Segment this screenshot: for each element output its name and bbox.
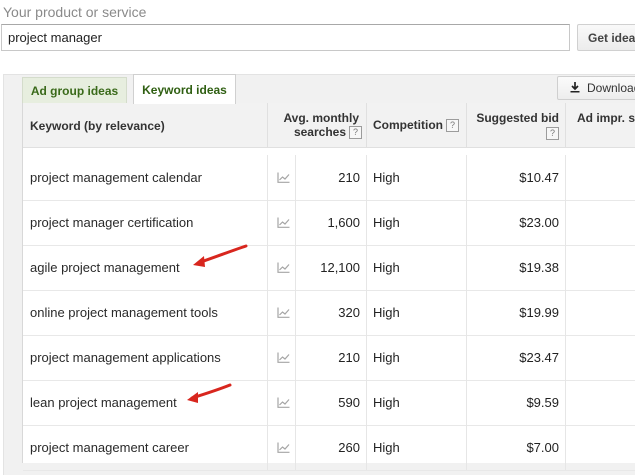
- help-icon[interactable]: ?: [349, 126, 362, 140]
- impr-share-cell: [566, 155, 635, 200]
- trend-chart-icon[interactable]: [277, 442, 290, 453]
- header-ad-impr-share[interactable]: Ad impr. sh: [566, 103, 635, 147]
- searches-cell: 590: [296, 380, 367, 425]
- header-suggested-bid[interactable]: Suggested bid ?: [467, 103, 566, 147]
- bid-cell: $7.00: [467, 425, 566, 470]
- table-row[interactable]: project management applications 210 High $2…: [23, 335, 635, 381]
- impr-share-cell: [566, 200, 635, 245]
- help-icon[interactable]: ?: [446, 119, 459, 133]
- searches-cell: 260: [296, 425, 367, 470]
- bid-cell: $19.38: [467, 245, 566, 290]
- trend-chart-icon[interactable]: [277, 172, 290, 183]
- trend-cell: [268, 380, 296, 425]
- trend-cell: [268, 425, 296, 470]
- searches-cell: 210: [296, 335, 367, 380]
- header-keyword[interactable]: Keyword (by relevance): [23, 103, 268, 147]
- tab-ad-group-ideas[interactable]: Ad group ideas: [22, 77, 127, 104]
- keyword-cell[interactable]: project management applications: [23, 335, 268, 380]
- get-ideas-button[interactable]: Get ideas: [577, 24, 635, 51]
- bid-cell: $10.47: [467, 155, 566, 200]
- searches-cell: 320: [296, 290, 367, 335]
- header-searches-line2: searches: [293, 125, 346, 139]
- bid-cell: $23.47: [467, 335, 566, 380]
- bid-cell: $23.00: [467, 200, 566, 245]
- bid-cell: $19.99: [467, 290, 566, 335]
- competition-cell: High: [367, 200, 467, 245]
- trend-chart-icon[interactable]: [277, 352, 290, 363]
- keyword-cell[interactable]: project manager certification: [23, 200, 268, 245]
- impr-share-cell: [566, 425, 635, 470]
- competition-cell: High: [367, 380, 467, 425]
- keyword-cell[interactable]: project management calendar: [23, 155, 268, 200]
- trend-chart-icon[interactable]: [277, 262, 290, 273]
- bid-cell: $9.59: [467, 380, 566, 425]
- table-row[interactable]: agile project management 12,100 High $19.38: [23, 245, 635, 291]
- searches-cell: 210: [296, 155, 367, 200]
- table-row[interactable]: online project management tools 320 High $1…: [23, 290, 635, 336]
- keyword-cell[interactable]: online project management tools: [23, 290, 268, 335]
- header-avg-searches[interactable]: Avg. monthly searches?: [268, 103, 367, 147]
- competition-cell: High: [367, 245, 467, 290]
- red-arrow-annotation: [193, 244, 248, 267]
- header-bid-label: Suggested bid: [476, 111, 559, 125]
- impr-share-cell: [566, 290, 635, 335]
- download-label: Download: [587, 81, 635, 95]
- table-header: Keyword (by relevance) Avg. monthly sear…: [23, 103, 635, 148]
- trend-cell: [268, 200, 296, 245]
- keyword-cell[interactable]: project management career: [23, 425, 268, 470]
- trend-chart-icon[interactable]: [277, 307, 290, 318]
- product-search-input[interactable]: [1, 24, 570, 51]
- table-row[interactable]: lean project management 590 High $9.59: [23, 380, 635, 426]
- header-keyword-label: Keyword (by relevance): [30, 119, 165, 133]
- table-row[interactable]: project manager certification 1,600 High $2…: [23, 200, 635, 246]
- trend-cell: [268, 155, 296, 200]
- download-button[interactable]: Download: [557, 76, 635, 100]
- competition-cell: High: [367, 290, 467, 335]
- impr-share-cell: [566, 380, 635, 425]
- searches-cell: 12,100: [296, 245, 367, 290]
- download-icon: [570, 82, 580, 93]
- impr-share-cell: [566, 245, 635, 290]
- header-searches-line1: Avg. monthly: [283, 111, 359, 125]
- trend-cell: [268, 245, 296, 290]
- header-impr-label: Ad impr. sh: [577, 111, 635, 125]
- product-label: Your product or service: [3, 4, 147, 20]
- competition-cell: High: [367, 155, 467, 200]
- trend-chart-icon[interactable]: [277, 397, 290, 408]
- competition-cell: High: [367, 335, 467, 380]
- trend-cell: [268, 290, 296, 335]
- impr-share-cell: [566, 335, 635, 380]
- keyword-ideas-table: Keyword (by relevance) Avg. monthly sear…: [22, 103, 635, 471]
- competition-cell: High: [367, 425, 467, 470]
- red-arrow-annotation: [187, 383, 232, 403]
- header-competition-label: Competition: [373, 118, 443, 132]
- table-row[interactable]: project management calendar 210 High $10.47: [23, 155, 635, 201]
- header-competition[interactable]: Competition?: [367, 103, 467, 147]
- table-row[interactable]: project management career 260 High $7.00: [23, 425, 635, 471]
- trend-chart-icon[interactable]: [277, 217, 290, 228]
- tab-keyword-ideas[interactable]: Keyword ideas: [133, 74, 236, 104]
- help-icon[interactable]: ?: [546, 127, 559, 141]
- trend-cell: [268, 335, 296, 380]
- searches-cell: 1,600: [296, 200, 367, 245]
